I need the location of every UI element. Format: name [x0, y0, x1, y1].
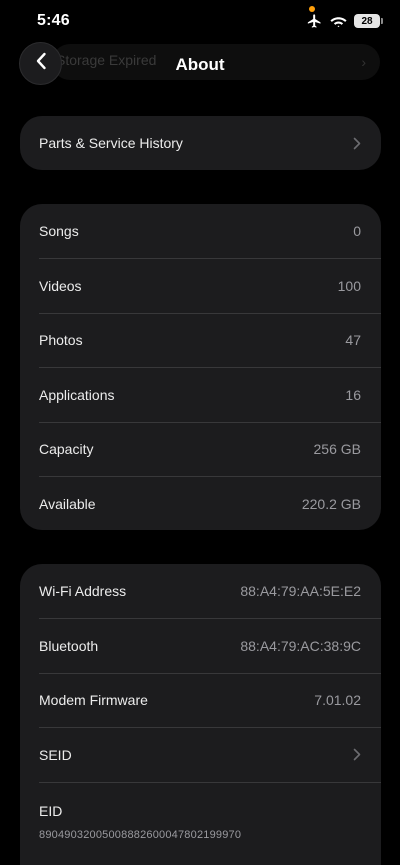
status-icons: 28 [306, 13, 383, 29]
status-bar: 5:46 28 [0, 0, 400, 42]
page-title: About [175, 55, 225, 74]
photos-value: 47 [345, 332, 361, 349]
chevron-right-icon [353, 137, 361, 150]
privacy-indicator-dot [309, 6, 315, 12]
applications-label: Applications [39, 386, 115, 403]
seid-row[interactable]: SEID [39, 727, 381, 781]
photos-row: Photos 47 [39, 312, 381, 367]
status-time: 5:46 [37, 12, 70, 29]
service-history-card: Parts & Service History [20, 116, 381, 171]
navigation-bar: Storage Expired › About [0, 42, 400, 88]
about-screen: 5:46 28 Storage Expired › About Parts & … [0, 0, 400, 865]
bluetooth-value: 88:A4:79:AC:38:9C [240, 638, 361, 655]
wifi-address-row: Wi-Fi Address 88:A4:79:AA:5E:E2 [39, 564, 381, 618]
network-info-card: Wi-Fi Address 88:A4:79:AA:5E:E2 Bluetoot… [20, 564, 381, 865]
bluetooth-row: Bluetooth 88:A4:79:AC:38:9C [39, 618, 381, 672]
videos-value: 100 [337, 278, 361, 295]
capacity-value: 256 GB [313, 441, 361, 458]
eid-value: 89049032005008882600047802199970 [39, 828, 242, 841]
videos-label: Videos [39, 278, 82, 295]
applications-value: 16 [345, 386, 361, 403]
battery-level: 28 [361, 15, 373, 27]
media-info-card: Songs 0 Videos 100 Photos 47 Application… [20, 204, 381, 531]
seid-label: SEID [39, 746, 72, 763]
chevron-right-icon [353, 748, 361, 761]
applications-row: Applications 16 [39, 367, 381, 421]
songs-row: Songs 0 [39, 204, 381, 258]
eid-label: EID [39, 802, 63, 819]
eid-row: EID 89049032005008882600047802199970 [39, 781, 381, 856]
modem-firmware-row: Modem Firmware 7.01.02 [39, 672, 381, 727]
wifi-icon [330, 15, 347, 28]
available-label: Available [39, 495, 96, 512]
capacity-row: Capacity 256 GB [39, 421, 381, 476]
modem-firmware-label: Modem Firmware [39, 692, 148, 709]
songs-value: 0 [353, 223, 361, 240]
wifi-address-label: Wi-Fi Address [39, 583, 127, 600]
airplane-icon [306, 13, 323, 29]
available-value: 220.2 GB [301, 495, 361, 512]
modem-firmware-value: 7.01.02 [314, 692, 361, 709]
capacity-label: Capacity [39, 441, 94, 458]
videos-row: Videos 100 [39, 258, 381, 312]
parts-service-history-label: Parts & Service History [39, 135, 183, 152]
parts-service-history-row[interactable]: Parts & Service History [39, 116, 381, 170]
photos-label: Photos [39, 332, 83, 349]
bluetooth-label: Bluetooth [39, 638, 99, 655]
battery-icon: 28 [354, 14, 383, 28]
songs-label: Songs [39, 223, 79, 240]
available-row: Available 220.2 GB [39, 475, 381, 530]
wifi-address-value: 88:A4:79:AA:5E:E2 [240, 583, 361, 600]
